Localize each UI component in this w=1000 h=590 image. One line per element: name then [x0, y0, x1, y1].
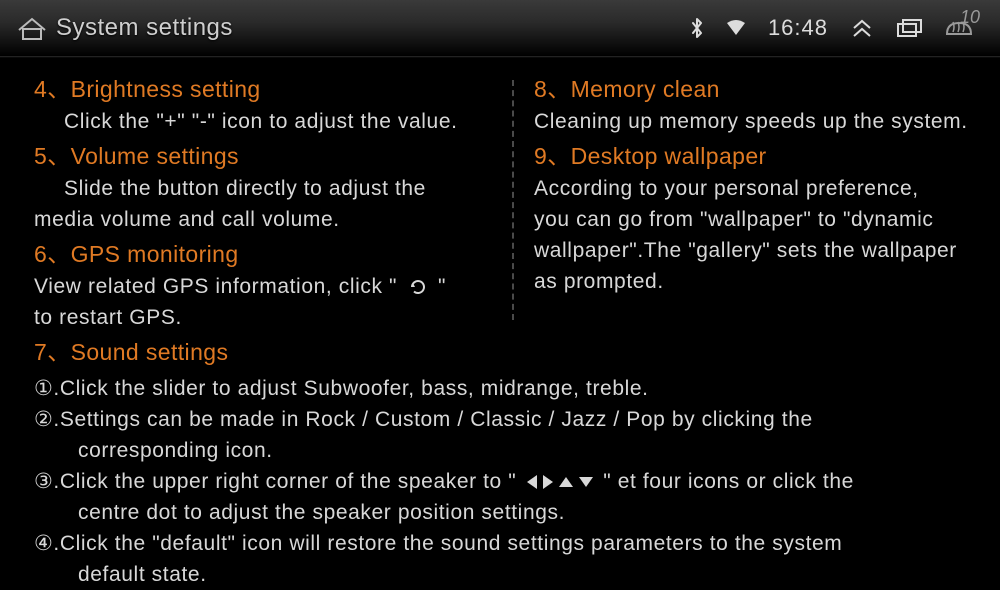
bluetooth-icon	[690, 18, 704, 38]
sound-step-2a: ②.Settings can be made in Rock / Custom …	[34, 404, 976, 435]
clock: 16:48	[768, 15, 828, 41]
chevrons-up-icon[interactable]	[850, 18, 874, 38]
desc-wallpaper-2: you can go from "wallpaper" to "dynamic	[534, 204, 976, 235]
heading-sound: 7、Sound settings	[34, 335, 512, 369]
sound-step-3a: ③.Click the upper right corner of the sp…	[34, 466, 976, 497]
sound-step-1: ①.Click the slider to adjust Subwoofer, …	[34, 373, 976, 404]
heading-wallpaper: 9、Desktop wallpaper	[534, 139, 976, 173]
sound-step-2b: corresponding icon.	[34, 435, 976, 466]
sound-step-3b: centre dot to adjust the speaker positio…	[34, 497, 976, 528]
page-title: System settings	[56, 14, 233, 42]
desc-memory: Cleaning up memory speeds up the system.	[534, 106, 976, 137]
left-column: 4、Brightness setting Click the "+" "-" i…	[34, 70, 512, 369]
desc-wallpaper-4: as prompted.	[534, 266, 976, 297]
recent-apps-icon[interactable]	[896, 18, 922, 38]
heading-brightness: 4、Brightness setting	[34, 72, 512, 106]
desc-volume-2: media volume and call volume.	[34, 204, 512, 235]
right-column: 8、Memory clean Cleaning up memory speeds…	[514, 70, 976, 369]
sound-step-4a: ④.Click the "default" icon will restore …	[34, 528, 976, 559]
desc-brightness: Click the "+" "-" icon to adjust the val…	[64, 106, 512, 137]
status-badge: 10	[960, 7, 980, 28]
sound-steps: ①.Click the slider to adjust Subwoofer, …	[34, 373, 976, 590]
desc-wallpaper-1: According to your personal preference,	[534, 173, 976, 204]
content-area: 4、Brightness setting Click the "+" "-" i…	[34, 70, 976, 582]
topbar: System settings 16:48	[0, 0, 1000, 56]
status-tray: 16:48 10	[690, 15, 986, 41]
defog-icon[interactable]: 10	[944, 17, 974, 39]
arrow-icons	[523, 475, 597, 489]
desc-gps-1: View related GPS information, click " "	[34, 271, 512, 302]
arrow-left-icon	[527, 475, 537, 489]
desc-gps-1a: View related GPS information, click "	[34, 275, 397, 298]
refresh-icon	[404, 277, 432, 297]
divider	[0, 56, 1000, 57]
arrow-up-icon	[559, 477, 573, 487]
heading-memory: 8、Memory clean	[534, 72, 976, 106]
sound-step-4b: default state.	[34, 559, 976, 590]
desc-gps-2: to restart GPS.	[34, 302, 512, 333]
heading-volume: 5、Volume settings	[34, 139, 512, 173]
vertical-divider	[512, 80, 514, 320]
wifi-icon	[726, 20, 746, 36]
desc-gps-1b: "	[438, 275, 446, 298]
home-button[interactable]	[14, 10, 50, 46]
home-icon	[17, 16, 47, 40]
desc-wallpaper-3: wallpaper".The "gallery" sets the wallpa…	[534, 235, 976, 266]
arrow-right-icon	[543, 475, 553, 489]
arrow-down-icon	[579, 477, 593, 487]
heading-gps: 6、GPS monitoring	[34, 237, 512, 271]
desc-volume-1: Slide the button directly to adjust the	[64, 173, 512, 204]
